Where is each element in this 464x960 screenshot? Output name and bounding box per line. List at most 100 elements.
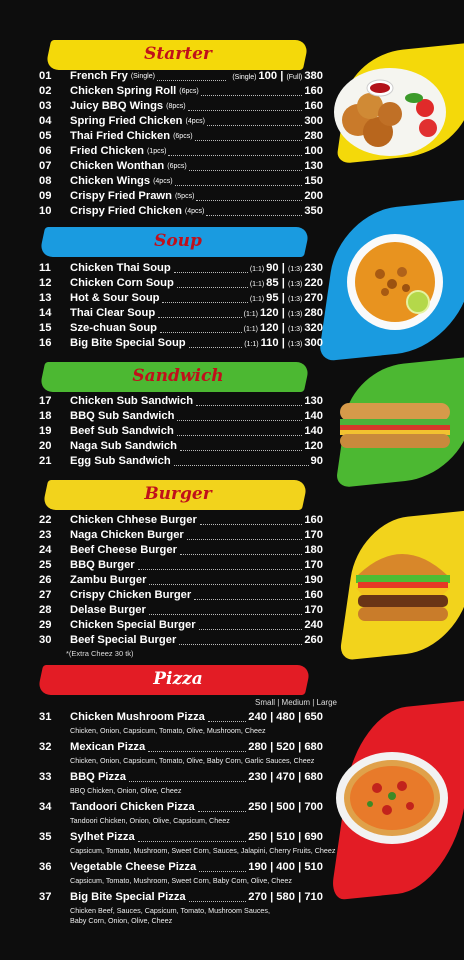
dot-leader (149, 584, 303, 585)
item-number: 20 (39, 440, 52, 452)
menu-item: 24 Beef Cheese Burger 180 (0, 544, 464, 559)
item-name: Spring Fried Chicken (70, 115, 183, 127)
menu-item: 09 Crispy Fried Prawn (5pcs) 200 (0, 190, 464, 205)
item-name: Zambu Burger (70, 574, 147, 586)
item-number: 01 (39, 70, 52, 82)
menu-item: 12 Chicken Corn Soup (1:1) 85 | (1:3) 220 (0, 277, 464, 292)
price-small: 120 (259, 322, 282, 334)
dot-leader (176, 435, 303, 436)
item-price: (1:1) 95 | (1:3) 270 (250, 292, 323, 304)
item-name: Beef Cheese Burger (70, 544, 177, 556)
price-large: 300 (304, 337, 323, 349)
menu-item: 08 Chicken Wings (4pcs) 150 (0, 175, 464, 190)
dot-leader (128, 781, 247, 782)
item-number: 17 (39, 395, 52, 407)
item-size: (4pcs) (184, 208, 205, 215)
item-name: BBQ Burger (70, 559, 135, 571)
dot-leader (198, 629, 303, 630)
item-price: (Single) 100 | (Full) 380 (232, 70, 323, 82)
item-name: BBQ Pizza (70, 771, 126, 783)
item-number: 19 (39, 425, 52, 437)
item-price: 160 (304, 100, 323, 112)
item-price: (1:1) 120 | (1:3) 280 (244, 307, 323, 319)
menu-item: 19 Beef Sub Sandwich 140 (0, 425, 464, 440)
item-price: 160 (304, 589, 323, 601)
item-price: 160 (304, 514, 323, 526)
menu-item: 03 Juicy BBQ Wings (8pcs) 160 (0, 100, 464, 115)
item-name: Crispy Chicken Burger (70, 589, 192, 601)
item-name: French Fry (70, 70, 128, 82)
item-price: 160 (304, 85, 323, 97)
dot-leader (187, 110, 303, 111)
item-price: 140 (304, 425, 323, 437)
item-prices: 250 | 510 | 690 (248, 831, 323, 843)
item-size: (8pcs) (166, 103, 186, 110)
item-number: 35 (39, 831, 52, 843)
item-ingredients: BBQ Chicken, Onion, Olive, Cheez (70, 786, 182, 795)
item-price: 350 (304, 205, 323, 217)
item-number: 15 (39, 322, 52, 334)
item-size: (4pcs) (153, 178, 173, 185)
item-name: Delase Burger (70, 604, 146, 616)
item-name: Chicken Thai Soup (70, 262, 171, 274)
item-number: 23 (39, 529, 52, 541)
item-number: 29 (39, 619, 52, 631)
item-number: 25 (39, 559, 52, 571)
item-price: 90 (310, 455, 323, 467)
menu-item: 22 Chicken Chhese Burger 160 (0, 514, 464, 529)
ratio-label: (1:1) (249, 296, 267, 303)
item-number: 36 (39, 861, 52, 873)
item-number: 26 (39, 574, 52, 586)
item-number: 22 (39, 514, 52, 526)
item-name: Crispy Fried Chicken (70, 205, 182, 217)
dot-leader (206, 125, 303, 126)
item-ingredients: Chicken Beef, Sauces, Capsicum, Tomato, … (70, 906, 271, 915)
item-number: 07 (39, 160, 52, 172)
item-number: 31 (39, 711, 52, 723)
item-price: (1:1) 110 | (1:3) 300 (244, 337, 323, 349)
item-number: 11 (39, 262, 51, 274)
dot-leader (168, 155, 303, 156)
dot-leader (207, 721, 247, 722)
price-small: 110 (260, 337, 282, 349)
item-number: 34 (39, 801, 52, 813)
dot-leader (156, 80, 227, 81)
item-name: BBQ Sub Sandwich (70, 410, 175, 422)
dot-leader (200, 95, 303, 96)
menu-item: 16 Big Bite Special Soup (1:1) 110 | (1:3)… (0, 337, 464, 352)
price-large: 320 (304, 322, 323, 334)
dot-leader (188, 347, 243, 348)
ratio-label: (1:1) (244, 341, 261, 348)
item-number: 28 (39, 604, 52, 616)
dot-leader (173, 465, 309, 466)
item-size: (5pcs) (174, 193, 195, 200)
item-price: 280 (304, 130, 323, 142)
item-price: 130 (304, 395, 323, 407)
item-price: 100 (304, 145, 323, 157)
item-name: Chicken Sub Sandwich (70, 395, 194, 407)
item-number: 05 (39, 130, 52, 142)
item-name: Egg Sub Sandwich (70, 455, 171, 467)
menu-item: 27 Crispy Chicken Burger 160 (0, 589, 464, 604)
item-prices: 250 | 500 | 700 (248, 801, 323, 813)
item-price: 200 (304, 190, 323, 202)
item-name: Juicy BBQ Wings (70, 100, 164, 112)
ratio-label: (1:1) (249, 281, 267, 288)
item-name: Crispy Fried Prawn (70, 190, 172, 202)
item-name: Naga Sub Sandwich (70, 440, 177, 452)
item-number: 14 (39, 307, 52, 319)
menu-item: 10 Crispy Fried Chicken (4pcs) 350 (0, 205, 464, 220)
menu-item: 23 Naga Chicken Burger 170 (0, 529, 464, 544)
item-name: Beef Sub Sandwich (70, 425, 174, 437)
dot-leader (194, 140, 303, 141)
ratio-label: (1:3) (287, 281, 305, 288)
price-full: 380 (304, 70, 323, 82)
dot-leader (179, 554, 303, 555)
item-number: 21 (39, 455, 52, 467)
item-ingredients: Capsicum, Tomato, Mushroom, Sweet Corn, … (70, 846, 336, 855)
item-name: Chicken Corn Soup (70, 277, 174, 289)
item-name: Chicken Wonthan (70, 160, 165, 172)
menu-item: 07 Chicken Wonthan (6pcs) 130 (0, 160, 464, 175)
dot-leader (196, 200, 303, 201)
soup-title: Soup (154, 231, 202, 251)
